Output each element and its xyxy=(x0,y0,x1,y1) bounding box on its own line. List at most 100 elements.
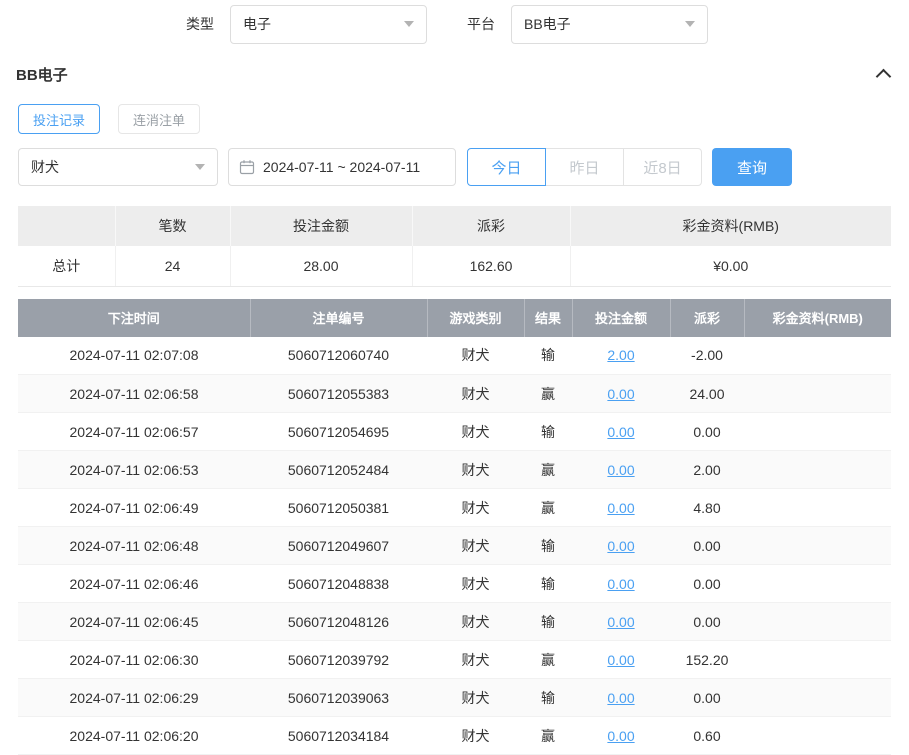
summary-header-bet-amount: 投注金额 xyxy=(230,206,412,246)
type-select-value: 电子 xyxy=(243,14,271,34)
query-button[interactable]: 查询 xyxy=(712,148,792,186)
game-select[interactable]: 财犬 xyxy=(18,148,218,186)
bet-amount-cell: 0.00 xyxy=(572,603,670,641)
bonus-cell xyxy=(744,679,891,717)
bet-amount-cell: 0.00 xyxy=(572,717,670,755)
records-table: 下注时间 注单编号 游戏类别 结果 投注金额 派彩 彩金资料(RMB) 2024… xyxy=(18,299,891,755)
col-header-result: 结果 xyxy=(524,299,572,337)
bet-amount-link[interactable]: 0.00 xyxy=(607,728,634,744)
bet-time-cell: 2024-07-11 02:06:57 xyxy=(18,413,250,451)
tab-bet-records[interactable]: 投注记录 xyxy=(18,104,100,134)
tab-void-orders[interactable]: 连消注单 xyxy=(118,104,200,134)
bet-amount-link[interactable]: 0.00 xyxy=(607,386,634,402)
col-header-order: 注单编号 xyxy=(250,299,427,337)
type-select[interactable]: 电子 xyxy=(230,5,427,44)
order-number-cell: 5060712052484 xyxy=(250,451,427,489)
bet-amount-cell: 0.00 xyxy=(572,641,670,679)
result-cell: 赢 xyxy=(524,641,572,679)
top-filter-bar: 类型 电子 平台 BB电子 xyxy=(0,0,909,48)
game-category-cell: 财犬 xyxy=(427,679,524,717)
summary-header-row: 笔数 投注金额 派彩 彩金资料(RMB) xyxy=(18,206,891,246)
bet-time-cell: 2024-07-11 02:06:46 xyxy=(18,565,250,603)
bet-amount-link[interactable]: 0.00 xyxy=(607,690,634,706)
bet-amount-cell: 0.00 xyxy=(572,413,670,451)
order-number-cell: 5060712048838 xyxy=(250,565,427,603)
bet-amount-cell: 0.00 xyxy=(572,451,670,489)
order-number-cell: 5060712048126 xyxy=(250,603,427,641)
bet-time-cell: 2024-07-11 02:06:29 xyxy=(18,679,250,717)
payout-cell: 0.00 xyxy=(670,527,744,565)
table-row: 2024-07-11 02:06:49 5060712050381 财犬 赢 0… xyxy=(18,489,891,527)
table-row: 2024-07-11 02:06:30 5060712039792 财犬 赢 0… xyxy=(18,641,891,679)
bet-time-cell: 2024-07-11 02:06:45 xyxy=(18,603,250,641)
bonus-cell xyxy=(744,489,891,527)
summary-total-count: 24 xyxy=(115,246,230,286)
result-cell: 输 xyxy=(524,337,572,375)
payout-cell: 0.00 xyxy=(670,413,744,451)
bet-amount-cell: 0.00 xyxy=(572,679,670,717)
payout-cell: 0.60 xyxy=(670,717,744,755)
platform-select[interactable]: BB电子 xyxy=(511,5,708,44)
order-number-cell: 5060712049607 xyxy=(250,527,427,565)
chevron-up-icon[interactable] xyxy=(876,69,892,85)
result-cell: 输 xyxy=(524,413,572,451)
summary-total-bet-amount: 28.00 xyxy=(230,246,412,286)
section-title: BB电子 xyxy=(16,64,68,85)
bet-amount-link[interactable]: 0.00 xyxy=(607,576,634,592)
payout-cell: 0.00 xyxy=(670,603,744,641)
game-category-cell: 财犬 xyxy=(427,375,524,413)
bet-amount-cell: 2.00 xyxy=(572,337,670,375)
last-8-days-button[interactable]: 近8日 xyxy=(623,148,702,186)
result-cell: 赢 xyxy=(524,717,572,755)
date-range-picker[interactable]: 2024-07-11 ~ 2024-07-11 xyxy=(228,148,456,186)
bet-amount-link[interactable]: 0.00 xyxy=(607,500,634,516)
summary-header-payout: 派彩 xyxy=(412,206,570,246)
game-category-cell: 财犬 xyxy=(427,489,524,527)
result-cell: 赢 xyxy=(524,375,572,413)
bet-amount-link[interactable]: 0.00 xyxy=(607,652,634,668)
chevron-down-icon xyxy=(685,21,695,27)
bet-time-cell: 2024-07-11 02:06:53 xyxy=(18,451,250,489)
bet-amount-link[interactable]: 0.00 xyxy=(607,462,634,478)
bet-time-cell: 2024-07-11 02:06:20 xyxy=(18,717,250,755)
tabs: 投注记录 连消注单 xyxy=(0,104,909,134)
result-cell: 赢 xyxy=(524,451,572,489)
bet-amount-link[interactable]: 0.00 xyxy=(607,614,634,630)
bet-amount-cell: 0.00 xyxy=(572,565,670,603)
bonus-cell xyxy=(744,451,891,489)
filter-row: 财犬 2024-07-11 ~ 2024-07-11 今日 昨日 近8日 查询 xyxy=(0,148,909,186)
bet-amount-link[interactable]: 0.00 xyxy=(607,424,634,440)
col-header-payout: 派彩 xyxy=(670,299,744,337)
result-cell: 输 xyxy=(524,603,572,641)
game-category-cell: 财犬 xyxy=(427,565,524,603)
order-number-cell: 5060712050381 xyxy=(250,489,427,527)
table-row: 2024-07-11 02:06:46 5060712048838 财犬 输 0… xyxy=(18,565,891,603)
summary-total-bonus: ¥0.00 xyxy=(570,246,891,286)
col-header-bonus: 彩金资料(RMB) xyxy=(744,299,891,337)
bonus-cell xyxy=(744,337,891,375)
payout-cell: 0.00 xyxy=(670,679,744,717)
game-category-cell: 财犬 xyxy=(427,337,524,375)
game-category-cell: 财犬 xyxy=(427,641,524,679)
section-header: BB电子 xyxy=(0,54,909,94)
table-row: 2024-07-11 02:06:48 5060712049607 财犬 输 0… xyxy=(18,527,891,565)
bet-amount-link[interactable]: 0.00 xyxy=(607,538,634,554)
bet-amount-link[interactable]: 2.00 xyxy=(607,347,634,363)
summary-header-bonus: 彩金资料(RMB) xyxy=(570,206,891,246)
order-number-cell: 5060712039063 xyxy=(250,679,427,717)
today-button[interactable]: 今日 xyxy=(467,148,546,186)
bet-time-cell: 2024-07-11 02:07:08 xyxy=(18,337,250,375)
table-row: 2024-07-11 02:06:29 5060712039063 财犬 输 0… xyxy=(18,679,891,717)
order-number-cell: 5060712034184 xyxy=(250,717,427,755)
yesterday-button[interactable]: 昨日 xyxy=(545,148,624,186)
bet-time-cell: 2024-07-11 02:06:48 xyxy=(18,527,250,565)
platform-select-value: BB电子 xyxy=(524,14,571,34)
table-row: 2024-07-11 02:06:20 5060712034184 财犬 赢 0… xyxy=(18,717,891,755)
summary-header-count: 笔数 xyxy=(115,206,230,246)
game-category-cell: 财犬 xyxy=(427,603,524,641)
bonus-cell xyxy=(744,375,891,413)
payout-cell: 2.00 xyxy=(670,451,744,489)
quick-range-group: 今日 昨日 近8日 xyxy=(467,148,702,186)
bonus-cell xyxy=(744,413,891,451)
payout-cell: 152.20 xyxy=(670,641,744,679)
